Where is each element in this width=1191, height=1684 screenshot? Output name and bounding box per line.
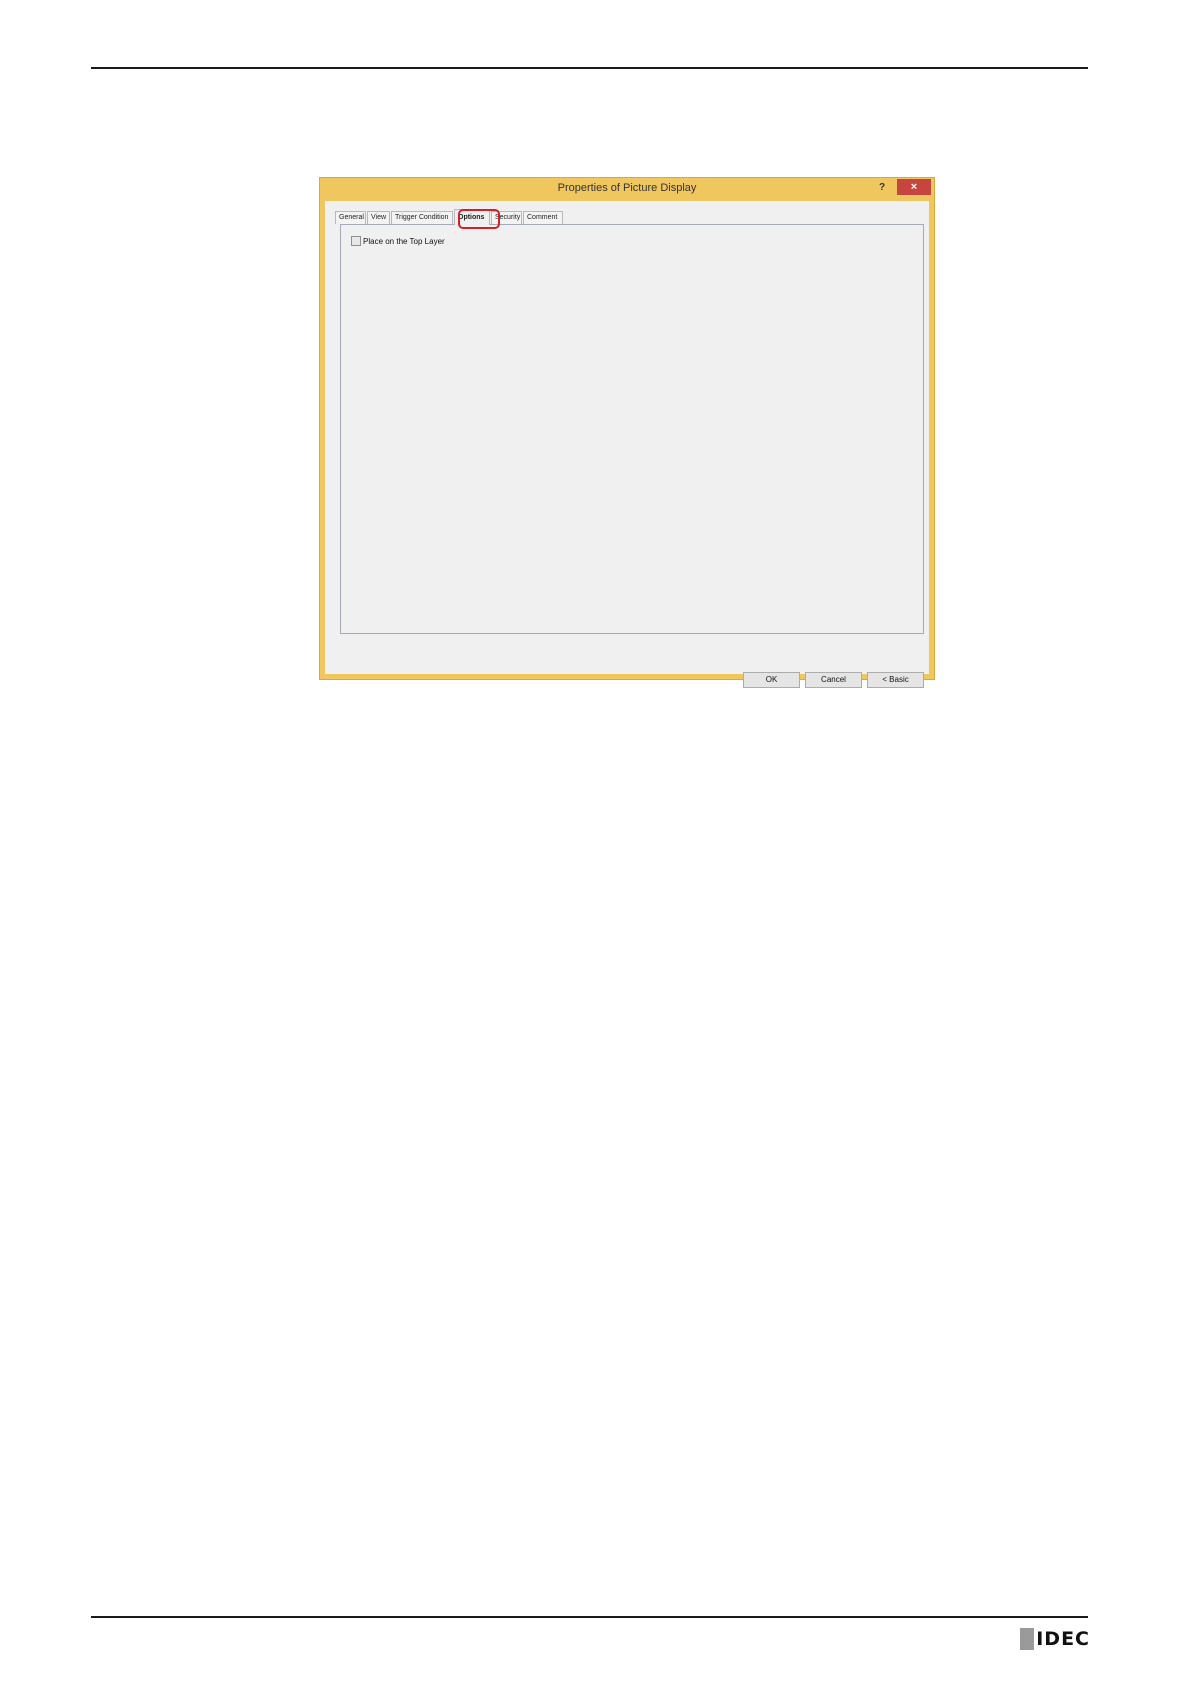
place-on-top-layer-label: Place on the Top Layer bbox=[363, 236, 445, 246]
dialog-titlebar[interactable]: Properties of Picture Display ? × bbox=[320, 178, 934, 201]
cancel-button[interactable]: Cancel bbox=[805, 672, 862, 688]
tab-trigger-condition[interactable]: Trigger Condition bbox=[391, 211, 453, 224]
tab-general[interactable]: General bbox=[335, 211, 366, 224]
idec-logo: IDEC bbox=[1020, 1627, 1090, 1651]
footer-rule bbox=[91, 1616, 1088, 1618]
basic-button[interactable]: < Basic bbox=[867, 672, 924, 688]
options-panel: Place on the Top Layer bbox=[340, 224, 924, 634]
logo-text: IDEC bbox=[1036, 1628, 1090, 1650]
dialog-title: Properties of Picture Display bbox=[557, 182, 697, 194]
ok-button[interactable]: OK bbox=[743, 672, 800, 688]
tab-comment[interactable]: Comment bbox=[523, 211, 563, 224]
close-button[interactable]: × bbox=[897, 179, 931, 195]
place-on-top-layer-checkbox[interactable] bbox=[351, 236, 361, 246]
logo-mark-icon bbox=[1020, 1628, 1035, 1650]
options-tab-highlight bbox=[458, 209, 500, 229]
header-rule bbox=[91, 67, 1088, 69]
properties-dialog: Properties of Picture Display ? × Genera… bbox=[319, 177, 935, 688]
place-on-top-layer-option[interactable]: Place on the Top Layer bbox=[351, 236, 445, 246]
tab-view[interactable]: View bbox=[367, 211, 390, 224]
help-button[interactable]: ? bbox=[873, 180, 891, 196]
dialog-client-area: General View Trigger Condition Options S… bbox=[325, 201, 929, 688]
